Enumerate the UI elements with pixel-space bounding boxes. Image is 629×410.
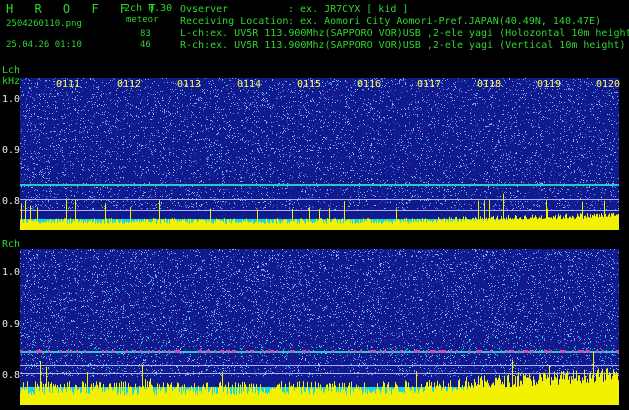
lch-tick-0-8: 0.8	[2, 196, 21, 207]
rch-tick-1-0: 1.0	[2, 267, 21, 278]
mode-label: 2ch 0.30	[124, 3, 173, 14]
lch-tick-1-0: 1.0	[2, 94, 21, 105]
lch-tick-0-9: 0.9	[2, 145, 21, 156]
rch-spectrogram	[20, 249, 619, 405]
rch-tick-0-8: 0.8	[2, 370, 21, 381]
lch-label: Lch	[2, 65, 21, 76]
khz-unit: kHz	[2, 76, 21, 87]
location-label: Receiving Location	[180, 16, 289, 27]
time-tick-0112: 0112	[117, 79, 142, 90]
time-tick-0114: 0114	[237, 79, 262, 90]
time-tick-0116: 0116	[357, 79, 382, 90]
rch-info: R-ch:ex. UV5R 113.900Mhz(SAPPORO VOR)USB…	[180, 40, 626, 51]
datetime: 25.04.26 01:10	[6, 40, 82, 50]
observer-label: Ovserver	[180, 4, 229, 15]
rch-label: Rch	[2, 239, 21, 250]
detection-label: meteor	[126, 15, 159, 25]
time-tick-0117: 0117	[417, 79, 442, 90]
time-tick-0120: 0120	[596, 79, 621, 90]
lch-spectrogram	[20, 78, 619, 230]
lch-info: L-ch:ex. UV5R 113.900Mhz(SAPPORO VOR)USB…	[180, 28, 629, 39]
time-tick-0113: 0113	[177, 79, 202, 90]
rch-tick-0-9: 0.9	[2, 319, 21, 330]
rch-count: 46	[140, 40, 151, 50]
time-tick-0115: 0115	[297, 79, 322, 90]
filename: 2504260110.png	[6, 19, 82, 29]
observer-value: : ex. JR7CYX [ kid ]	[288, 4, 409, 15]
time-tick-0119: 0119	[537, 79, 562, 90]
location-value: : ex. Aomori City Aomori-Pref.JAPAN(40.4…	[288, 16, 602, 27]
time-tick-0118: 0118	[477, 79, 502, 90]
lch-count: 83	[140, 29, 151, 39]
time-tick-0111: 0111	[56, 79, 81, 90]
